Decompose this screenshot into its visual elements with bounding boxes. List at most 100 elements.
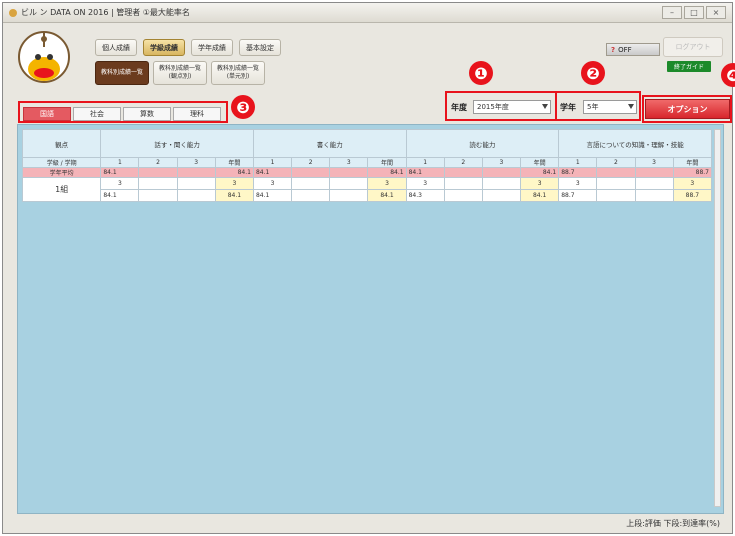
cell [481,189,522,202]
exit-guide-button[interactable]: 終了ガイド [667,61,711,72]
term-header: 年間 [367,157,407,168]
group-header: 書く能力 [252,129,407,158]
year-select[interactable]: 2015年度 [473,100,551,114]
cell: 3 [214,177,254,190]
cell: 88.7 [672,167,713,178]
term-header: 2 [138,157,178,168]
table-header-row: 観点 話す・聞く能力 書く能力 読む能力 言語についての知識・理解・技能 [21,129,712,158]
term-header: 1 [252,157,293,168]
vertical-scrollbar[interactable] [714,129,721,507]
subnav-subject-list[interactable]: 教科別成績一覧 [95,61,150,85]
close-button[interactable]: × [706,6,726,19]
logout-button[interactable]: ログアウト [663,37,723,57]
nav-individual-grades[interactable]: 個人成績 [95,39,137,56]
group-header: 話す・聞く能力 [100,129,254,158]
grade-label: 学年 [560,103,576,112]
term-header: 1 [100,157,140,168]
cell: 3 [100,177,140,190]
cell: 84.1 [100,189,140,202]
toggle-label: OFF [618,45,632,54]
class-label[interactable]: 1組 [21,177,102,202]
cell [138,189,178,202]
app-icon [9,8,17,17]
cell [291,189,331,202]
cell: 3 [558,177,598,190]
cell [634,167,674,178]
cell: 3 [367,177,407,190]
results-table: 観点 話す・聞く能力 書く能力 読む能力 言語についての知識・理解・技能 学級 … [21,129,713,202]
cell [596,189,636,202]
cell [634,189,674,202]
nav-grade-year-grades[interactable]: 学年成績 [191,39,233,56]
cell [138,177,178,190]
status-legend: 上段:評価 下段:到達率(%) [626,519,720,528]
option-button[interactable]: オプション [645,99,730,119]
maximize-button[interactable]: □ [684,6,704,19]
tab-japanese[interactable]: 国語 [23,107,71,121]
cell: 88.7 [558,189,598,202]
cell [596,177,636,190]
nav-basic-settings[interactable]: 基本設定 [239,39,281,56]
cell [138,167,178,178]
subnav-subject-list-unit[interactable]: 教科別成績一覧 (単元別) [211,61,266,85]
window-controls: – □ × [662,6,726,19]
minimize-button[interactable]: – [662,6,682,19]
nav-class-grades[interactable]: 学級成績 [143,39,185,56]
chevron-down-icon [542,104,548,109]
cell [291,167,331,178]
term-header: 2 [443,157,483,168]
tab-science[interactable]: 理科 [173,107,221,121]
term-header: 3 [329,157,369,168]
cell: 88.7 [558,167,598,178]
main-nav: 個人成績 学級成績 学年成績 基本設定 [95,39,281,56]
cell [481,177,522,190]
cell: 88.7 [672,189,713,202]
sub-nav: 教科別成績一覧 教科別成績一覧 (観点別) 教科別成績一覧 (単元別) [95,61,266,85]
cell [443,167,483,178]
cell [634,177,674,190]
avg-label: 学年平均 [21,167,102,178]
cell [596,167,636,178]
marker-2: ❷ [581,61,605,85]
cell [176,167,216,178]
corner-cell: 観点 [21,129,102,158]
year-value: 2015年度 [477,103,509,111]
group-header: 言語についての知識・理解・技能 [558,129,712,158]
cell: 84.1 [214,167,254,178]
toggle-switch[interactable]: ? OFF [606,43,660,56]
subnav-subject-list-viewpoint[interactable]: 教科別成績一覧 (観点別) [153,61,208,85]
cell: 84.1 [520,167,560,178]
grade-select[interactable]: 5年 [583,100,637,114]
marker-4: ❹ [721,63,735,87]
table-row: 1組 33 33 33 33 [21,177,713,202]
cell: 3 [405,177,445,190]
cell [329,189,369,202]
group-header: 読む能力 [405,129,560,158]
term-header: 3 [176,157,216,168]
cell [481,167,522,178]
term-header-row: 学級 / 学期 1 2 3 年間 1 2 3 年間 1 2 3 年間 1 2 3 年間 [21,157,713,168]
term-header: 1 [405,157,445,168]
cell: 3 [252,177,293,190]
cell: 84.3 [405,189,445,202]
cell [291,177,331,190]
table-row: 学年平均 84.1 84.1 84.1 84.1 84.1 84.1 88.7 88.7 [21,167,713,178]
cell: 84.1 [405,167,445,178]
results-panel: 観点 話す・聞く能力 書く能力 読む能力 言語についての知識・理解・技能 学級 … [17,124,724,514]
tab-math[interactable]: 算数 [123,107,171,121]
cell: 84.1 [100,167,140,178]
marker-1: ❶ [469,61,493,85]
term-header: 年間 [672,157,713,168]
cell [329,167,369,178]
cell: 84.1 [214,189,254,202]
mascot-logo [18,31,70,83]
cell [176,189,216,202]
marker-3: ❸ [231,95,255,119]
toggle-icon: ? [611,45,616,54]
chevron-down-icon [628,104,634,109]
grade-value: 5年 [587,103,599,111]
cell: 84.1 [252,167,293,178]
cell: 84.1 [367,167,407,178]
tab-social-studies[interactable]: 社会 [73,107,121,121]
cell: 84.1 [520,189,560,202]
